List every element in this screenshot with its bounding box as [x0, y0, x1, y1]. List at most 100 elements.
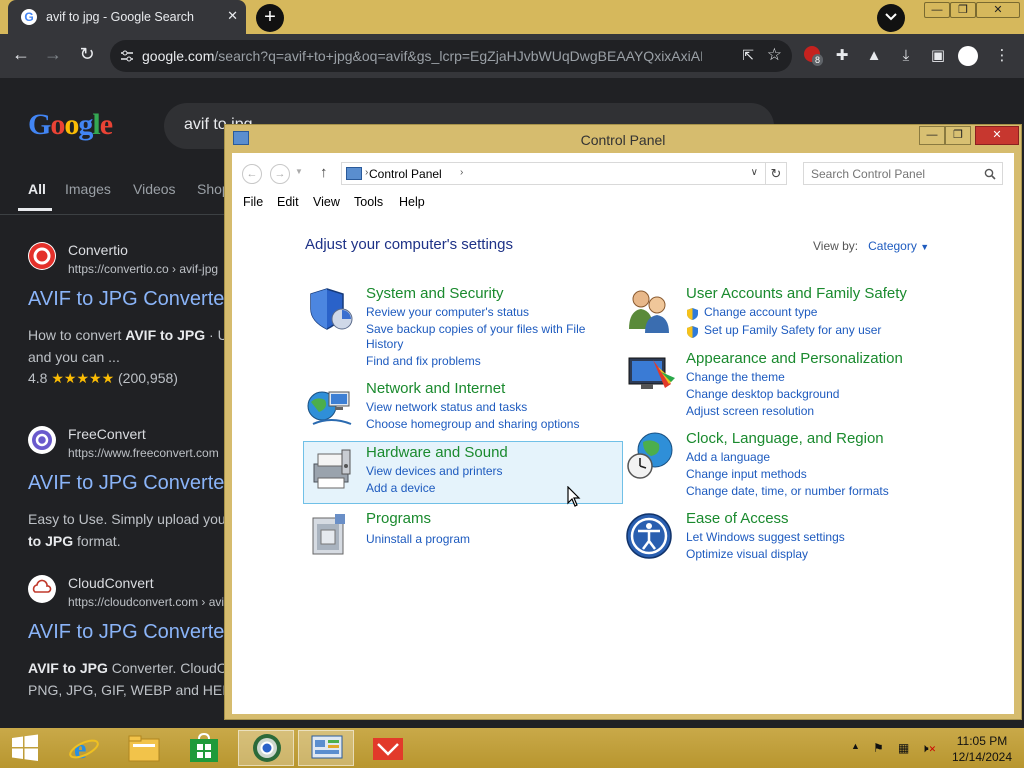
link-suggest-settings[interactable]: Let Windows suggest settings: [686, 530, 845, 544]
side-panel-icon[interactable]: ▣: [928, 46, 948, 66]
taskbar-chrome[interactable]: [238, 730, 294, 766]
refresh-button[interactable]: ↻: [765, 162, 787, 185]
start-button[interactable]: [0, 730, 50, 766]
browser-menu-icon[interactable]: ⋮: [992, 46, 1012, 66]
link-date-time-formats[interactable]: Change date, time, or number formats: [686, 484, 889, 498]
search-input[interactable]: [804, 163, 980, 184]
taskbar-file-explorer[interactable]: [116, 730, 172, 766]
menu-tools[interactable]: Tools: [354, 195, 383, 209]
download-icon[interactable]: ⤓: [896, 46, 916, 66]
link-family-safety[interactable]: Set up Family Safety for any user: [704, 323, 881, 337]
maximize-button[interactable]: ❐: [945, 126, 971, 145]
google-logo[interactable]: Google: [28, 108, 113, 142]
category-title[interactable]: System and Security: [366, 285, 504, 302]
browser-restore-button[interactable]: ❐: [950, 2, 976, 18]
category-title[interactable]: Clock, Language, and Region: [686, 430, 884, 447]
profile-avatar-icon[interactable]: [958, 46, 978, 66]
programs-icon[interactable]: [305, 510, 357, 562]
address-bar[interactable]: google.com/search?q=avif+to+jpg&oq=avif&…: [110, 40, 792, 72]
category-title[interactable]: Appearance and Personalization: [686, 350, 903, 367]
share-icon[interactable]: ⇱: [742, 47, 754, 64]
link-add-device[interactable]: Add a device: [366, 481, 435, 495]
users-icon[interactable]: [625, 285, 677, 337]
forward-button[interactable]: →: [270, 164, 290, 184]
dropdown-arrow-icon[interactable]: ▼: [920, 242, 929, 252]
tab-search-button[interactable]: [877, 4, 905, 32]
browser-close-button[interactable]: ✕: [976, 2, 1020, 18]
control-panel-titlebar[interactable]: Control Panel — ❐ ✕: [225, 125, 1021, 153]
taskbar-internet-explorer[interactable]: e: [56, 730, 112, 766]
printer-icon[interactable]: [306, 444, 358, 496]
reload-button[interactable]: ↻: [76, 44, 98, 66]
show-hidden-icons[interactable]: ▲: [851, 741, 860, 751]
result-title-link[interactable]: AVIF to JPG Converter: [28, 621, 231, 644]
action-center-flag-icon[interactable]: ⚑: [873, 741, 884, 755]
new-tab-button[interactable]: +: [256, 4, 284, 32]
browser-minimize-button[interactable]: —: [924, 2, 950, 18]
taskbar-control-panel[interactable]: [298, 730, 354, 766]
tab-all[interactable]: All: [28, 181, 46, 197]
bookmark-star-icon[interactable]: ☆: [767, 45, 782, 65]
link-find-fix-problems[interactable]: Find and fix problems: [366, 354, 481, 368]
site-info-icon[interactable]: [120, 49, 134, 63]
result-site-name: Convertio: [68, 242, 128, 258]
menu-help[interactable]: Help: [399, 195, 425, 209]
monitor-icon[interactable]: [625, 350, 677, 402]
menu-view[interactable]: View: [313, 195, 340, 209]
back-button[interactable]: ←: [10, 44, 32, 66]
menu-edit[interactable]: Edit: [277, 195, 299, 209]
tab-videos[interactable]: Videos: [133, 181, 176, 197]
category-title[interactable]: Hardware and Sound: [366, 444, 508, 461]
category-title[interactable]: Ease of Access: [686, 510, 789, 527]
search-icon[interactable]: [984, 168, 996, 180]
link-input-methods[interactable]: Change input methods: [686, 467, 807, 481]
system-clock[interactable]: 11:05 PM 12/14/2024: [948, 733, 1016, 765]
ease-of-access-icon[interactable]: [625, 510, 677, 562]
extensions-puzzle-icon[interactable]: ✚: [832, 46, 852, 66]
taskbar-store[interactable]: [176, 730, 232, 766]
back-button[interactable]: ←: [242, 164, 262, 184]
link-desktop-background[interactable]: Change desktop background: [686, 387, 839, 401]
link-review-status[interactable]: Review your computer's status: [366, 305, 529, 319]
result-title-link[interactable]: AVIF to JPG Converter: [28, 472, 231, 495]
category-title[interactable]: Programs: [366, 510, 431, 527]
minimize-button[interactable]: —: [919, 126, 945, 145]
link-homegroup-sharing[interactable]: Choose homegroup and sharing options: [366, 417, 579, 431]
link-uninstall-program[interactable]: Uninstall a program: [366, 532, 470, 546]
view-by-dropdown[interactable]: Category: [868, 239, 917, 253]
link-change-theme[interactable]: Change the theme: [686, 370, 785, 384]
shield-icon[interactable]: [305, 285, 357, 337]
link-save-backup-cont[interactable]: History: [366, 337, 403, 351]
link-screen-resolution[interactable]: Adjust screen resolution: [686, 404, 814, 418]
network-tray-icon[interactable]: ▦: [898, 741, 909, 755]
link-change-account-type[interactable]: Change account type: [704, 305, 817, 319]
link-network-status[interactable]: View network status and tasks: [366, 400, 527, 414]
volume-muted-icon[interactable]: 🕨✕: [921, 741, 936, 756]
labs-flask-icon[interactable]: ▲: [864, 46, 884, 66]
browser-tab[interactable]: G avif to jpg - Google Search ✕: [8, 0, 246, 34]
result-title-link[interactable]: AVIF to JPG Converter: [28, 288, 231, 311]
breadcrumb-chevron-icon[interactable]: ›: [460, 167, 463, 178]
category-title[interactable]: Network and Internet: [366, 380, 505, 397]
category-title[interactable]: User Accounts and Family Safety: [686, 285, 907, 302]
convertio-favicon-icon: [28, 242, 56, 270]
up-button[interactable]: ↑: [320, 164, 328, 181]
breadcrumb[interactable]: Control Panel: [369, 167, 442, 181]
extension-badge-icon[interactable]: 8: [802, 46, 824, 66]
link-save-backup[interactable]: Save backup copies of your files with Fi…: [366, 322, 585, 336]
globe-clock-icon[interactable]: [625, 430, 677, 482]
address-bar[interactable]: › Control Panel › ∨: [341, 162, 787, 185]
link-add-language[interactable]: Add a language: [686, 450, 770, 464]
close-button[interactable]: ✕: [975, 126, 1019, 145]
taskbar-app-red[interactable]: [360, 730, 416, 766]
address-dropdown-icon[interactable]: ∨: [751, 167, 758, 178]
tab-images[interactable]: Images: [65, 181, 111, 197]
search-box[interactable]: [803, 162, 1003, 185]
link-optimize-display[interactable]: Optimize visual display: [686, 547, 808, 561]
menu-file[interactable]: File: [243, 195, 263, 209]
recent-locations-icon[interactable]: ▼: [295, 167, 303, 176]
link-devices-printers[interactable]: View devices and printers: [366, 464, 503, 478]
tab-close-icon[interactable]: ✕: [227, 8, 238, 24]
forward-button[interactable]: →: [42, 44, 64, 66]
network-icon[interactable]: [305, 380, 357, 432]
